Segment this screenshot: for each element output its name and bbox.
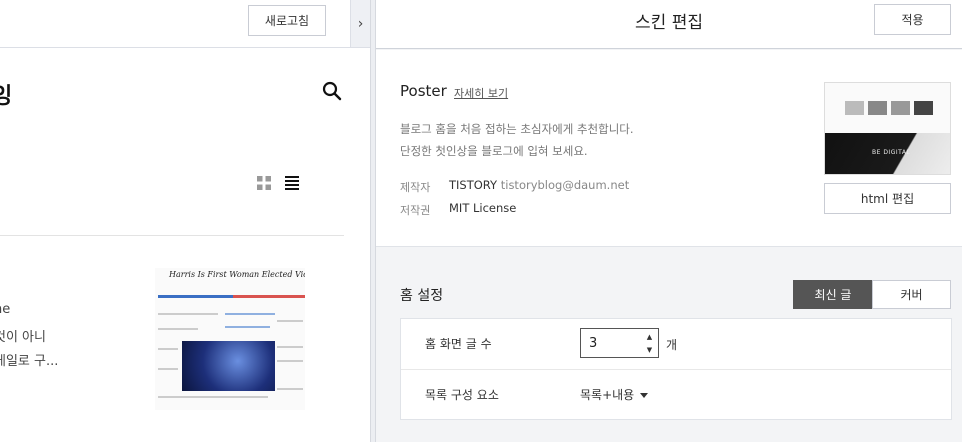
thumbnail-caption: BE DIGITAL — [872, 149, 911, 156]
home-settings-title: 홈 설정 — [400, 288, 444, 304]
stepper-up-icon[interactable]: ▲ — [647, 333, 652, 341]
home-settings-box: 홈 화면 글 수 ▲ ▼ 개 목록 구성 요소 목록+내용 — [400, 318, 952, 420]
license-label: 저작권 — [400, 204, 431, 217]
author-label: 제작자 — [400, 181, 431, 194]
tab-cover[interactable]: 커버 — [872, 280, 951, 309]
author-email: tistoryblog@daum.net — [500, 178, 630, 192]
divider — [0, 235, 344, 236]
post-count-stepper[interactable]: ▲ ▼ — [642, 330, 657, 356]
caret-down-icon — [640, 393, 649, 398]
preview-toolbar: 새로고침 — [0, 0, 350, 48]
thumbnail-headline: Harris Is First Woman Elected Vice Presi… — [169, 270, 305, 279]
skin-name: Poster — [400, 82, 447, 100]
html-edit-button[interactable]: html 편집 — [824, 183, 951, 214]
author-value: TISTORY tistoryblog@daum.net — [449, 178, 629, 192]
skin-description-line: 블로그 홈을 처음 접하는 초심자에게 추천합니다. — [400, 122, 634, 136]
post-count-label: 홈 화면 글 수 — [425, 337, 492, 351]
list-component-select[interactable]: 목록+내용 — [580, 386, 649, 403]
post-thumbnail: Harris Is First Woman Elected Vice Presi… — [155, 268, 305, 410]
collapse-preview-button[interactable]: › — [350, 0, 370, 48]
blog-title[interactable]: 잉 — [0, 78, 12, 110]
thumbnail-photo — [182, 341, 275, 391]
divider — [401, 369, 951, 370]
skin-editor-pane: 스킨 편집 적용 Poster 자세히 보기 블로그 홈을 처음 접하는 초심자… — [376, 0, 962, 442]
license-value: MIT License — [449, 201, 517, 215]
list-component-label: 목록 구성 요소 — [425, 388, 499, 402]
list-component-value: 목록+내용 — [580, 388, 635, 402]
refresh-button[interactable]: 새로고침 — [248, 5, 326, 36]
post-excerpt-line: 것이 아니 — [0, 330, 46, 345]
post-count-unit: 개 — [666, 338, 678, 352]
post-excerpt-line: 게일로 구... — [0, 354, 59, 369]
skin-description-line: 단정한 첫인상을 블로그에 입혀 보세요. — [400, 144, 588, 158]
chevron-right-icon: › — [357, 15, 364, 32]
skin-thumbnail: BE DIGITAL — [824, 82, 951, 175]
author-name: TISTORY — [449, 178, 498, 192]
grid-view-icon[interactable] — [257, 176, 271, 190]
stepper-down-icon[interactable]: ▼ — [647, 346, 652, 354]
editor-header: 스킨 편집 적용 — [376, 0, 962, 49]
post-excerpt-line: ne — [0, 302, 11, 317]
blog-preview-pane: 새로고침 › 잉 ne 것이 아니 게일로 구... Harris Is Fir… — [0, 0, 370, 442]
skin-detail-link[interactable]: 자세히 보기 — [454, 85, 508, 101]
tab-latest-posts[interactable]: 최신 글 — [793, 280, 873, 309]
skin-info-section: Poster 자세히 보기 블로그 홈을 처음 접하는 초심자에게 추천합니다.… — [376, 50, 962, 247]
apply-button[interactable]: 적용 — [874, 4, 951, 35]
list-view-icon[interactable] — [285, 176, 299, 190]
search-icon[interactable] — [322, 81, 342, 101]
